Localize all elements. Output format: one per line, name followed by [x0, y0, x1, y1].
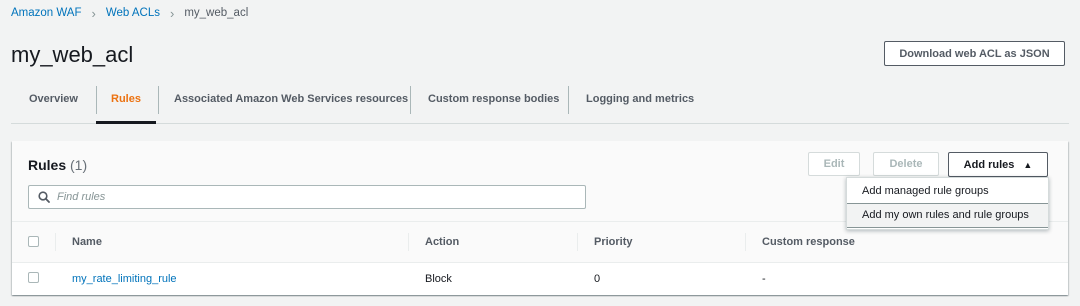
search-field[interactable]: [28, 185, 586, 209]
column-header-action[interactable]: Action: [425, 236, 459, 248]
add-rules-button[interactable]: Add rules ▲: [948, 152, 1048, 177]
column-header-custom-response[interactable]: Custom response: [762, 236, 855, 248]
breadcrumb: Amazon WAF › Web ACLs › my_web_acl: [11, 5, 248, 21]
tab-custom-response-bodies[interactable]: Custom response bodies: [428, 84, 559, 114]
tab-divider: [410, 86, 411, 114]
tab-divider: [96, 86, 97, 114]
column-separator: [745, 233, 746, 251]
table-row: my_rate_limiting_rule Block 0 -: [12, 263, 1068, 295]
caret-up-icon: ▲: [1023, 159, 1033, 170]
tab-associated-resources[interactable]: Associated Amazon Web Services resources: [174, 84, 408, 114]
menu-item-add-own-rules[interactable]: Add my own rules and rule groups: [847, 203, 1048, 228]
chevron-right-icon: ›: [91, 5, 96, 21]
rule-name-link[interactable]: my_rate_limiting_rule: [72, 273, 177, 285]
tab-overview[interactable]: Overview: [29, 84, 78, 114]
tab-active-indicator: [96, 121, 156, 124]
column-separator: [408, 233, 409, 251]
download-json-button[interactable]: Download web ACL as JSON: [884, 41, 1065, 66]
rules-title-text: Rules: [28, 157, 67, 173]
column-header-priority[interactable]: Priority: [594, 236, 633, 248]
menu-item-add-managed-rule-groups[interactable]: Add managed rule groups: [847, 179, 1048, 203]
tab-rules[interactable]: Rules: [111, 84, 141, 114]
rule-name-cell: my_rate_limiting_rule: [72, 273, 177, 285]
tab-divider: [158, 86, 159, 114]
page-title: my_web_acl: [11, 42, 134, 67]
delete-button[interactable]: Delete: [873, 152, 939, 176]
add-rules-label: Add rules: [963, 158, 1015, 171]
edit-button[interactable]: Edit: [808, 152, 860, 176]
search-input[interactable]: [55, 190, 579, 204]
row-checkbox[interactable]: [28, 272, 39, 283]
select-all-checkbox[interactable]: [28, 236, 39, 247]
tab-logging-and-metrics[interactable]: Logging and metrics: [586, 84, 694, 114]
tab-divider: [568, 86, 569, 114]
search-icon: [33, 185, 55, 209]
rule-priority-cell: 0: [594, 273, 601, 285]
column-header-name[interactable]: Name: [72, 236, 102, 248]
breadcrumb-current: my_web_acl: [184, 7, 249, 19]
rules-count: (1): [70, 157, 88, 173]
rule-action-cell: Block: [425, 273, 452, 285]
column-separator: [577, 233, 578, 251]
column-separator: [55, 233, 56, 251]
breadcrumb-amazon-waf[interactable]: Amazon WAF: [11, 7, 82, 19]
rule-custom-response-cell: -: [762, 273, 766, 285]
breadcrumb-web-acls[interactable]: Web ACLs: [106, 7, 160, 19]
rules-panel-title: Rules (1): [28, 157, 87, 173]
chevron-right-icon: ›: [169, 5, 175, 21]
tab-bar: Overview Rules Associated Amazon Web Ser…: [11, 84, 1069, 124]
add-rules-dropdown: Add managed rule groups Add my own rules…: [846, 177, 1049, 230]
